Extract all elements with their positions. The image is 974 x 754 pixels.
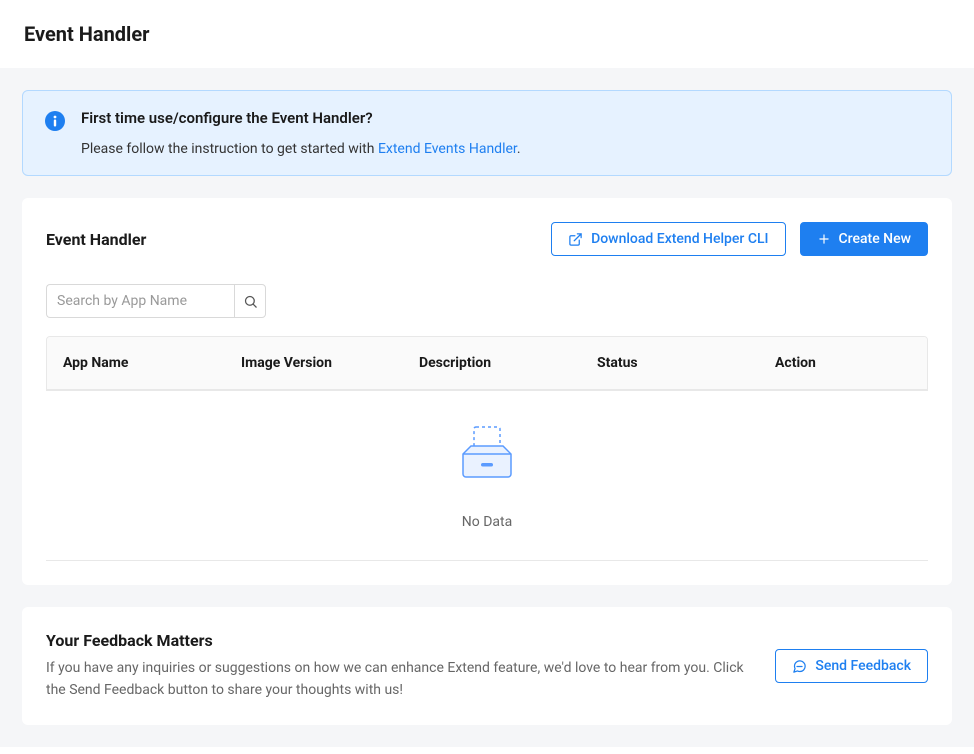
feedback-text: If you have any inquiries or suggestions… xyxy=(46,658,751,701)
page-header: Event Handler xyxy=(0,0,974,68)
info-banner-text: Please follow the instruction to get sta… xyxy=(81,141,929,157)
table-header-row: App Name Image Version Description Statu… xyxy=(47,337,927,390)
info-banner-title: First time use/configure the Event Handl… xyxy=(81,109,929,127)
empty-state: No Data xyxy=(46,391,928,561)
info-content: First time use/configure the Event Handl… xyxy=(81,109,929,157)
empty-box-icon xyxy=(457,426,517,480)
info-banner: First time use/configure the Event Handl… xyxy=(22,90,952,176)
info-icon xyxy=(45,111,65,131)
create-new-button[interactable]: Create New xyxy=(800,222,928,256)
feedback-title: Your Feedback Matters xyxy=(46,631,751,650)
plus-icon xyxy=(817,232,831,246)
info-banner-period: . xyxy=(517,141,521,157)
card-header: Event Handler Download Extend Helper CLI xyxy=(46,222,928,256)
chat-icon xyxy=(792,659,807,674)
col-header-status: Status xyxy=(581,337,759,389)
download-cli-label: Download Extend Helper CLI xyxy=(591,231,768,247)
info-banner-text-part: Please follow the instruction to get sta… xyxy=(81,141,378,157)
col-header-action: Action xyxy=(759,337,927,389)
search-row xyxy=(46,284,928,318)
download-cli-button[interactable]: Download Extend Helper CLI xyxy=(551,222,785,256)
external-link-icon xyxy=(568,232,583,247)
card-title: Event Handler xyxy=(46,230,146,249)
extend-events-handler-link[interactable]: Extend Events Handler xyxy=(378,141,517,157)
feedback-right: Send Feedback xyxy=(775,649,928,683)
feedback-card: Your Feedback Matters If you have any in… xyxy=(22,607,952,725)
feedback-left: Your Feedback Matters If you have any in… xyxy=(46,631,751,701)
col-header-app-name: App Name xyxy=(47,337,225,389)
send-feedback-label: Send Feedback xyxy=(815,658,911,674)
col-header-image-version: Image Version xyxy=(225,337,403,389)
table: App Name Image Version Description Statu… xyxy=(46,336,928,391)
content-area: First time use/configure the Event Handl… xyxy=(0,68,974,747)
page-title: Event Handler xyxy=(24,22,950,46)
card-actions: Download Extend Helper CLI Create New xyxy=(551,222,928,256)
search-icon xyxy=(243,294,258,309)
empty-text: No Data xyxy=(46,514,928,530)
send-feedback-button[interactable]: Send Feedback xyxy=(775,649,928,683)
create-new-label: Create New xyxy=(839,231,911,247)
info-icon-wrap xyxy=(45,109,65,157)
col-header-description: Description xyxy=(403,337,581,389)
search-input[interactable] xyxy=(46,284,234,318)
search-button[interactable] xyxy=(234,284,266,318)
event-handler-card: Event Handler Download Extend Helper CLI xyxy=(22,198,952,585)
